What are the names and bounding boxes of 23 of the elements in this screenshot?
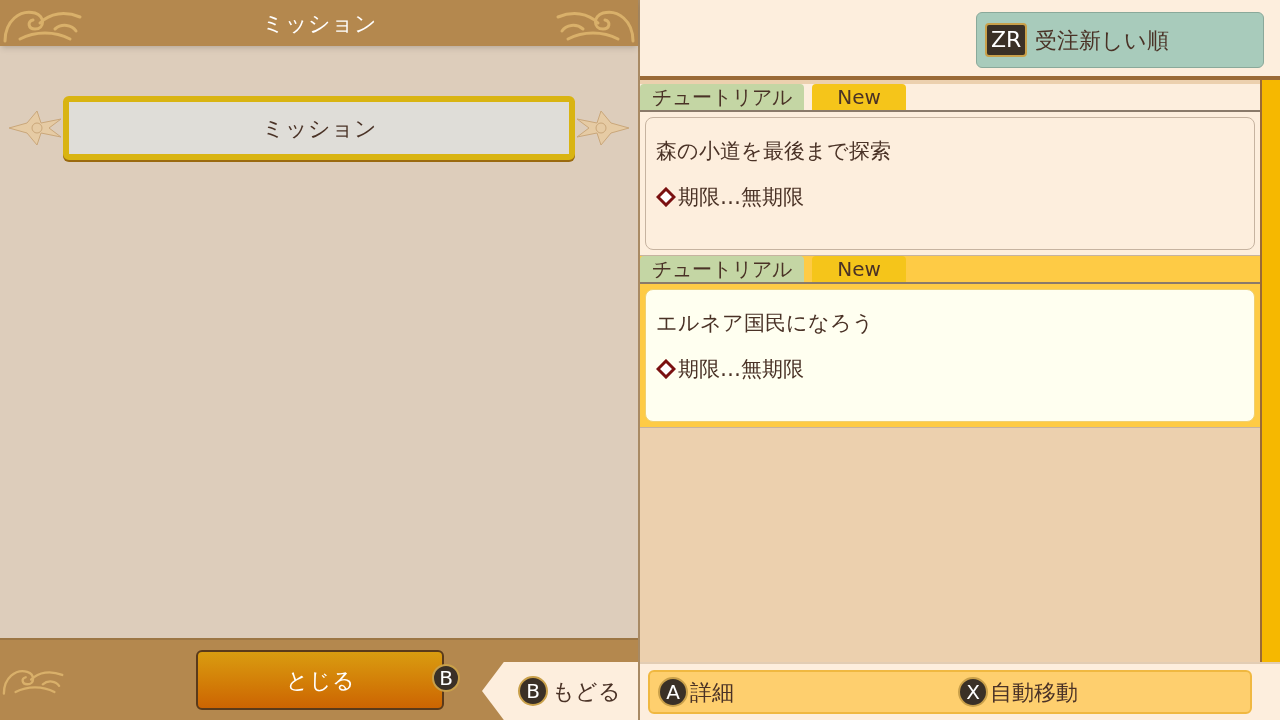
sort-button[interactable]: ZR 受注新しい順 xyxy=(976,12,1264,68)
category-tag: チュートリアル xyxy=(640,256,804,282)
mission-title: エルネア国民になろう xyxy=(656,310,875,337)
new-badge: New xyxy=(812,84,906,110)
panel-title: ミッション xyxy=(261,9,377,38)
new-badge: New xyxy=(812,256,906,282)
action-hint[interactable]: X 自動移動 xyxy=(958,675,1078,709)
category-tag: チュートリアル xyxy=(640,84,804,110)
key-badge: B xyxy=(432,664,460,692)
deadline-text: 期限…無期限 xyxy=(678,183,804,211)
key-badge: A xyxy=(658,677,688,707)
diamond-icon xyxy=(656,187,676,208)
mission-title: 森の小道を最後まで探索 xyxy=(656,138,892,165)
key-badge: ZR xyxy=(985,23,1028,57)
mission-item[interactable]: チュートリアル New エルネア国民になろう 期限…無期限 xyxy=(640,256,1260,428)
key-badge: X xyxy=(958,677,988,707)
category-tab[interactable]: ミッション xyxy=(63,96,575,160)
mission-item[interactable]: チュートリアル New 森の小道を最後まで探索 期限…無期限 xyxy=(640,84,1260,256)
diamond-icon xyxy=(656,359,676,380)
back-button[interactable]: B もどる xyxy=(482,662,638,720)
action-hint[interactable]: A 詳細 xyxy=(658,675,958,709)
deadline-text: 期限…無期限 xyxy=(678,355,804,383)
key-badge: B xyxy=(518,676,548,706)
